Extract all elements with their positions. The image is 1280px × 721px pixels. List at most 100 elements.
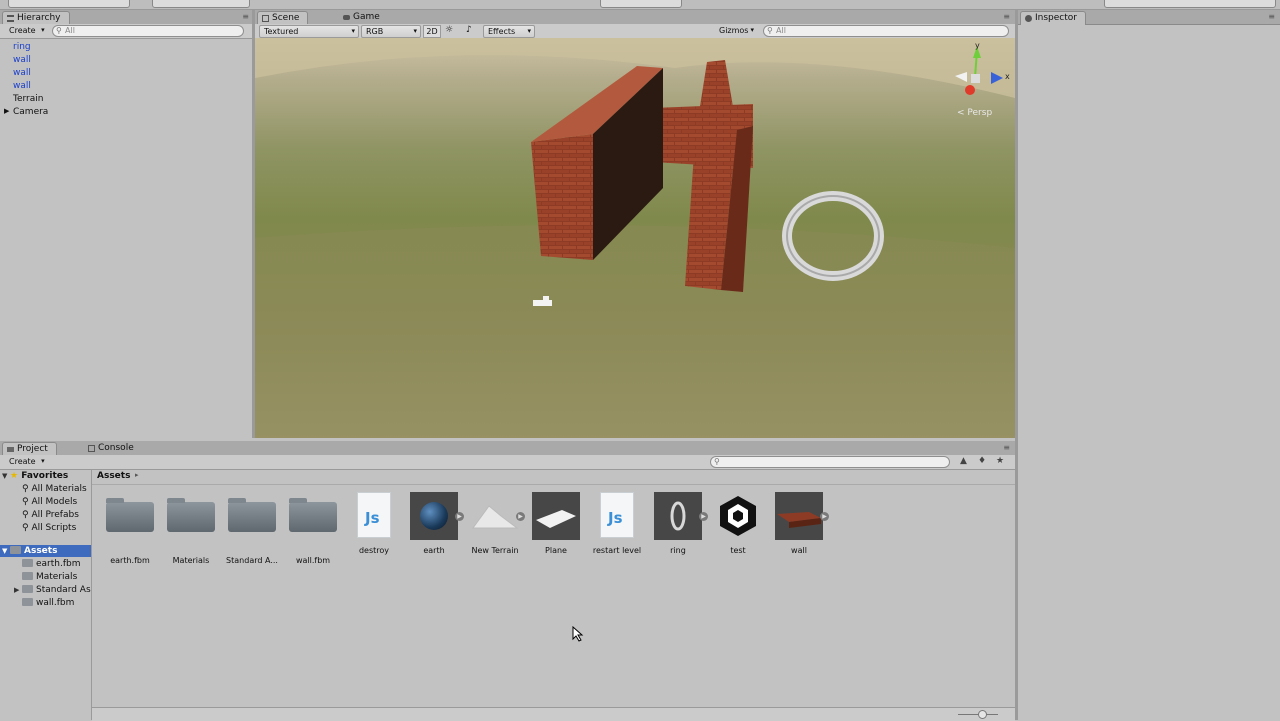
- play-icon[interactable]: ▶: [820, 512, 829, 521]
- scene-viewport[interactable]: y x < Persp: [255, 38, 1015, 438]
- asset-item[interactable]: Js destroy: [344, 492, 404, 555]
- hierarchy-subbar: Create ⚲All: [0, 24, 254, 39]
- asset-item[interactable]: Js restart level: [587, 492, 647, 555]
- asset-item[interactable]: Standard A...: [222, 492, 282, 565]
- asset-item[interactable]: Plane: [526, 492, 586, 555]
- search-icon: ⚲: [22, 497, 29, 507]
- tree-folder[interactable]: earth.fbm: [14, 558, 81, 570]
- hierarchy-item-wall[interactable]: wall: [13, 81, 31, 91]
- tree-folder[interactable]: Materials: [14, 571, 77, 583]
- play-icon[interactable]: ▶: [516, 512, 525, 521]
- render-mode-dropdown[interactable]: RGB: [361, 25, 421, 38]
- render-mode-label: RGB: [366, 27, 384, 36]
- tree-folder[interactable]: ▶ Standard As: [14, 584, 91, 596]
- audio-icon[interactable]: ♪: [466, 25, 472, 35]
- hierarchy-item-ring[interactable]: ring: [13, 42, 31, 52]
- favorite-star-icon[interactable]: ★: [996, 456, 1004, 466]
- tab-scene-label: Scene: [272, 13, 300, 23]
- 2d-toggle[interactable]: 2D: [423, 25, 441, 38]
- project-create-dropdown[interactable]: Create: [5, 456, 48, 467]
- play-icon[interactable]: ▶: [699, 512, 708, 521]
- inspector-panel: [1018, 25, 1280, 720]
- breadcrumb-assets[interactable]: Assets: [97, 471, 130, 481]
- project-bottom-bar: [92, 707, 1015, 721]
- asset-item[interactable]: wall.fbm: [283, 492, 343, 565]
- asset-label: destroy: [358, 546, 390, 555]
- tab-console-label: Console: [98, 443, 134, 453]
- tab-inspector-label: Inspector: [1035, 13, 1077, 23]
- asset-label: earth.fbm: [110, 556, 150, 565]
- hierarchy-item-terrain[interactable]: Terrain: [13, 94, 43, 104]
- star-icon: ★: [10, 471, 19, 481]
- asset-label: test: [730, 546, 746, 555]
- zoom-slider-thumb[interactable]: [978, 710, 987, 719]
- tab-project[interactable]: Project: [2, 442, 57, 456]
- grid-icon: [262, 15, 269, 22]
- tab-scene[interactable]: Scene: [257, 11, 309, 25]
- filter-by-type-icon[interactable]: ▲: [960, 456, 967, 466]
- tree-folder[interactable]: wall.fbm: [14, 597, 74, 609]
- earth-model-icon: ▶: [410, 492, 464, 540]
- asset-label: restart level: [592, 546, 642, 555]
- favorite-all-materials[interactable]: ⚲ All Materials: [22, 483, 87, 495]
- search-icon: ⚲: [22, 510, 29, 520]
- favorites-header[interactable]: ▼ ★ Favorites: [2, 470, 68, 482]
- javascript-file-icon: Js: [593, 492, 641, 540]
- panel-menu-icon[interactable]: ≡: [242, 12, 249, 21]
- pivot-buttons[interactable]: [152, 0, 250, 8]
- play-icon[interactable]: ▶: [455, 512, 464, 521]
- transform-tools[interactable]: [8, 0, 130, 8]
- panel-menu-icon[interactable]: ≡: [1268, 12, 1275, 21]
- favorite-label: All Prefabs: [31, 510, 79, 520]
- search-icon: ⚲: [22, 484, 29, 494]
- folder-icon: [228, 498, 276, 550]
- search-icon: ⚲: [714, 457, 720, 466]
- scene-search-input[interactable]: ⚲ All: [763, 25, 1009, 37]
- favorite-all-scripts[interactable]: ⚲ All Scripts: [22, 522, 76, 534]
- filter-by-label-icon[interactable]: ♦: [978, 456, 986, 466]
- shading-mode-dropdown[interactable]: Textured: [259, 25, 359, 38]
- hierarchy-search-input[interactable]: ⚲ All: [52, 25, 244, 37]
- hierarchy-item-wall[interactable]: wall: [13, 68, 31, 78]
- asset-item[interactable]: ▶ earth: [404, 492, 464, 555]
- asset-item[interactable]: earth.fbm: [100, 492, 160, 565]
- panel-menu-icon[interactable]: ≡: [1003, 12, 1010, 21]
- asset-label: wall.fbm: [295, 556, 331, 565]
- persp-label[interactable]: < Persp: [957, 108, 992, 118]
- asset-item[interactable]: Materials: [161, 492, 221, 565]
- tab-inspector[interactable]: Inspector: [1020, 11, 1086, 25]
- folder-icon: [167, 498, 215, 550]
- hierarchy-item-camera[interactable]: Camera: [13, 107, 48, 117]
- assets-root[interactable]: ▼ Assets: [0, 545, 91, 557]
- plane-icon: [532, 492, 580, 540]
- expand-arrow-icon[interactable]: ▶: [4, 107, 9, 115]
- hierarchy-item-wall[interactable]: wall: [13, 55, 31, 65]
- asset-item[interactable]: ▶ ring: [648, 492, 708, 555]
- asset-item[interactable]: ▶ wall: [769, 492, 829, 555]
- tab-console[interactable]: Console: [84, 442, 142, 455]
- project-search-input[interactable]: ⚲: [710, 456, 950, 468]
- create-label: Create: [9, 457, 36, 466]
- tree-folder-label: earth.fbm: [36, 559, 81, 569]
- panel-menu-icon[interactable]: ≡: [1003, 443, 1010, 452]
- asset-item[interactable]: ▶ New Terrain: [465, 492, 525, 555]
- gizmos-label: Gizmos: [719, 26, 749, 35]
- tab-game[interactable]: Game: [339, 11, 388, 24]
- gizmos-dropdown[interactable]: Gizmos: [715, 25, 757, 36]
- mouse-cursor-icon: [572, 626, 584, 642]
- persp-text: Persp: [967, 108, 993, 118]
- effects-dropdown[interactable]: Effects: [483, 25, 535, 38]
- sun-icon[interactable]: ☼: [445, 25, 453, 35]
- expand-arrow-icon[interactable]: ▶: [14, 584, 22, 596]
- asset-item[interactable]: test: [708, 492, 768, 555]
- project-tree: ▼ ★ Favorites ⚲ All Materials ⚲ All Model…: [0, 470, 92, 720]
- play-controls[interactable]: [600, 0, 682, 8]
- asset-label: Standard A...: [226, 556, 278, 565]
- tab-hierarchy[interactable]: Hierarchy: [2, 11, 70, 25]
- hierarchy-create-dropdown[interactable]: Create: [5, 25, 48, 36]
- favorite-all-prefabs[interactable]: ⚲ All Prefabs: [22, 509, 79, 521]
- effects-label: Effects: [488, 27, 516, 36]
- tree-folder-label: Materials: [36, 572, 78, 582]
- favorite-all-models[interactable]: ⚲ All Models: [22, 496, 77, 508]
- layer-layout-dropdowns[interactable]: [1104, 0, 1276, 8]
